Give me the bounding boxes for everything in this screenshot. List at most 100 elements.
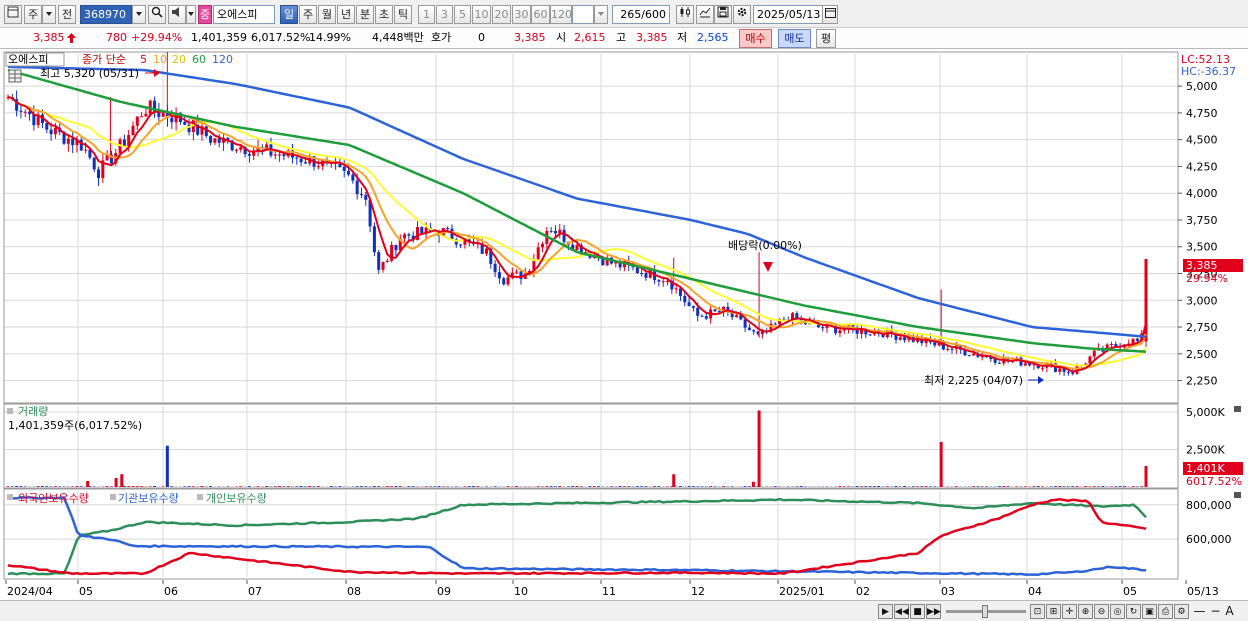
price-y-tick-label: 3,000 — [1186, 294, 1218, 307]
evaluation-button[interactable]: 평 — [816, 29, 836, 48]
minute-option-button[interactable]: 5 — [454, 5, 471, 24]
zoom-out-button[interactable]: ⊖ — [1094, 604, 1109, 619]
candle-body — [903, 337, 907, 341]
code-dropdown-button[interactable] — [132, 5, 146, 24]
config-button[interactable]: ⚙ — [1174, 604, 1189, 619]
magnify-button[interactable]: ◎ — [1110, 604, 1125, 619]
volume-bar — [924, 486, 928, 487]
volume-bar — [635, 486, 639, 487]
chart-layout-button[interactable] — [4, 5, 22, 24]
zoom-fit-button[interactable]: ⊡ — [1030, 604, 1045, 619]
chart-svg[interactable]: 2024/04 05 06 07 08 09 10 11 12 2025/01 02 03 04 05 05… — [0, 50, 1248, 600]
volume-bar — [920, 486, 924, 487]
dividend-annotation: 배당락(0.00%) — [728, 239, 802, 252]
low-value: 2,565 — [697, 31, 729, 44]
x-tick-label: 08 — [347, 585, 361, 598]
volume-bar — [696, 486, 700, 487]
scroll-start-button[interactable]: ◀◀ — [894, 604, 909, 619]
candle-body — [364, 194, 368, 200]
buy-button[interactable]: 매수 — [739, 29, 772, 48]
shrink-button[interactable]: — — [1192, 604, 1207, 619]
zoom-slider-handle[interactable] — [982, 605, 988, 618]
count-input[interactable]: 265/600 — [612, 5, 670, 24]
scroll-right-button[interactable]: ▶ — [878, 604, 893, 619]
scroll-end-button[interactable]: ▶▶ — [926, 604, 941, 619]
timeframe-button[interactable]: 일 — [280, 5, 298, 24]
prev-button[interactable]: 전 — [58, 5, 76, 24]
zoom-in-button[interactable]: ⊕ — [1078, 604, 1093, 619]
period-select[interactable]: 주 — [24, 5, 42, 24]
stock-code-input[interactable]: 368970 — [80, 5, 132, 24]
minute-option-button[interactable]: 20 — [492, 5, 511, 24]
search-button[interactable] — [148, 5, 166, 24]
timeframe-button[interactable]: 월 — [318, 5, 336, 24]
unit-dropdown-button[interactable] — [594, 5, 608, 24]
volume-bar — [278, 486, 282, 487]
expand-button[interactable]: − — [1208, 604, 1223, 619]
volume-bar — [1092, 486, 1096, 487]
minute-option-button[interactable]: 120 — [550, 5, 572, 24]
candle-body — [355, 180, 359, 195]
zoom-region-button[interactable]: ⊞ — [1046, 604, 1061, 619]
candle-body — [484, 248, 488, 254]
font-size-button[interactable]: A — [1222, 604, 1237, 619]
volume-bar — [553, 486, 557, 487]
timeframe-button[interactable]: 분 — [356, 5, 374, 24]
current-volume-pct: 6017.52% — [1186, 475, 1242, 488]
minute-option-button[interactable]: 30 — [512, 5, 531, 24]
capture-button[interactable]: ▣ — [1142, 604, 1157, 619]
volume-bar — [838, 486, 842, 487]
sell-button[interactable]: 매도 — [778, 29, 811, 48]
volume-bar — [911, 486, 915, 487]
candle-body — [217, 138, 221, 143]
minute-option-button[interactable]: 3 — [436, 5, 453, 24]
candle-body — [144, 113, 148, 117]
print-button[interactable]: ⎙ — [1158, 604, 1173, 619]
scroll-stop-button[interactable]: ■ — [910, 604, 925, 619]
compare-button[interactable] — [696, 5, 714, 24]
minute-option-button[interactable]: 1 — [418, 5, 435, 24]
period-dropdown-button[interactable] — [42, 5, 56, 24]
timeframe-button[interactable]: 주 — [299, 5, 317, 24]
volume-bar — [299, 486, 303, 487]
panel-maximize-icon[interactable] — [1234, 492, 1241, 498]
timeframe-button[interactable]: 초 — [375, 5, 393, 24]
volume-bar — [153, 486, 157, 487]
sound-dropdown-button[interactable] — [186, 5, 196, 24]
candle-body — [459, 244, 463, 246]
minute-option-button[interactable]: 60 — [531, 5, 550, 24]
chart-type-button[interactable] — [676, 5, 694, 24]
candle-body — [838, 330, 842, 334]
arrow-up-icon — [67, 33, 76, 43]
candle-body — [967, 355, 971, 357]
panel-marker-icon — [7, 494, 13, 500]
panel-maximize-icon[interactable] — [1234, 406, 1241, 412]
unit-input[interactable] — [572, 5, 594, 24]
volume-bar — [877, 486, 881, 487]
candle-body — [683, 295, 687, 303]
volume-spike-bar — [1144, 465, 1148, 487]
x-tick-label: 11 — [602, 585, 616, 598]
stock-name-field[interactable]: 오에스피 — [213, 5, 275, 24]
candle-body — [752, 330, 756, 332]
candle-body — [135, 116, 139, 126]
candle-body — [1066, 371, 1070, 373]
price-panel-stock-name: 오에스피 — [8, 53, 48, 66]
save-button[interactable] — [714, 5, 732, 24]
crosshair-button[interactable]: ✛ — [1062, 604, 1077, 619]
volume-spike-bar — [114, 478, 118, 487]
calendar-button[interactable] — [822, 5, 838, 24]
date-input[interactable]: 2025/05/13 — [753, 5, 825, 24]
volume-bar — [1058, 486, 1062, 487]
timeframe-button[interactable]: 틱 — [394, 5, 412, 24]
minute-option-button[interactable]: 10 — [472, 5, 491, 24]
sound-button[interactable] — [168, 5, 186, 24]
timeframe-button[interactable]: 년 — [337, 5, 355, 24]
volume-bar — [312, 486, 316, 487]
refresh-button[interactable]: ↻ — [1126, 604, 1141, 619]
volume-bar — [575, 486, 579, 487]
turnover-pct: 14.99% — [309, 31, 351, 44]
settings-button[interactable] — [733, 5, 751, 24]
volume-bar — [493, 486, 497, 487]
volume-bar — [730, 486, 734, 487]
